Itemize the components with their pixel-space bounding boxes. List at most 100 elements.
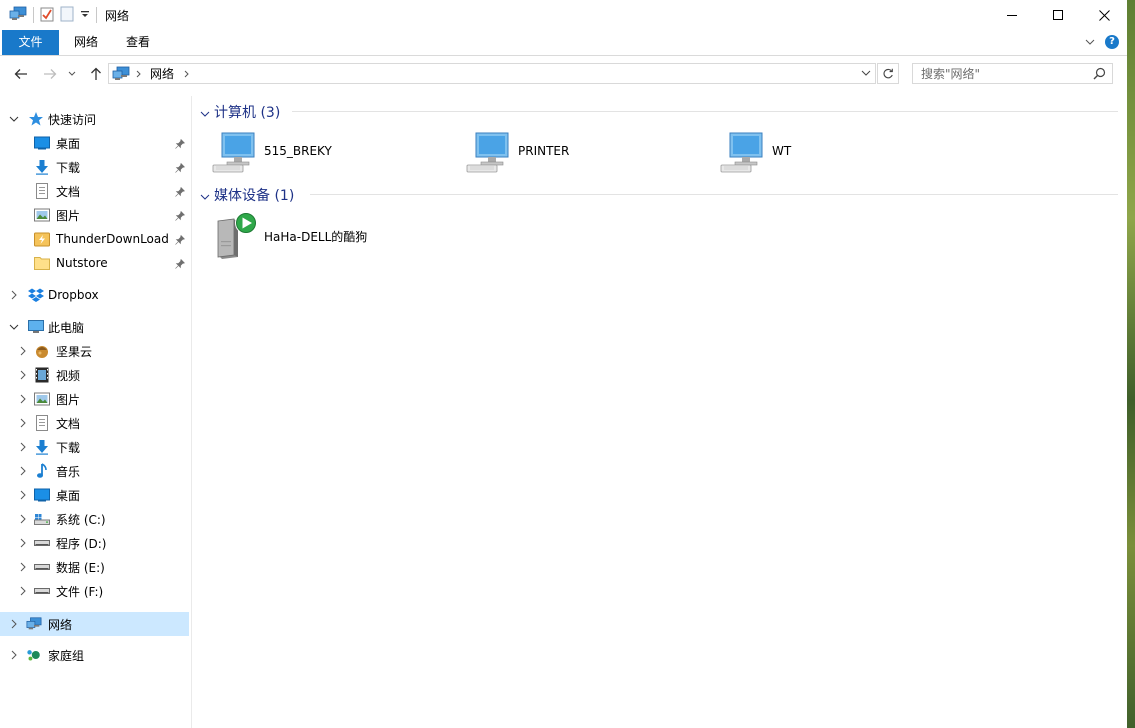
pin-icon[interactable] — [175, 138, 186, 152]
star-icon — [28, 111, 44, 127]
sidebar-item-pc-desktop[interactable]: 桌面 — [0, 484, 189, 506]
sidebar-item-homegroup[interactable]: 家庭组 — [0, 644, 189, 666]
sidebar-item-downloads[interactable]: 下载 — [0, 156, 189, 178]
pin-icon[interactable] — [175, 162, 186, 176]
chevron-down-icon[interactable] — [9, 114, 19, 124]
pin-icon[interactable] — [175, 210, 186, 224]
chevron-right-icon[interactable] — [18, 490, 28, 500]
chevron-right-icon[interactable] — [18, 442, 28, 452]
navigation-bar: 网络 — [0, 56, 1127, 92]
help-button[interactable]: ? — [1105, 35, 1119, 49]
pin-icon[interactable] — [175, 258, 186, 272]
group-label: 计算机 (3) — [214, 105, 281, 121]
expand-ribbon-button[interactable] — [1085, 35, 1095, 49]
chevron-right-icon[interactable] — [18, 562, 28, 572]
minimize-button[interactable] — [989, 0, 1035, 30]
search-input[interactable] — [913, 64, 1091, 83]
chevron-right-icon[interactable] — [18, 466, 28, 476]
chevron-right-icon[interactable] — [18, 538, 28, 548]
network-app-icon[interactable] — [9, 6, 27, 25]
computer-icon — [28, 319, 44, 335]
chevron-right-icon[interactable] — [18, 586, 28, 596]
sidebar-item-drive-f[interactable]: 文件 (F:) — [0, 580, 189, 602]
properties-icon[interactable] — [40, 6, 54, 25]
sidebar-item-documents[interactable]: 文档 — [0, 180, 189, 202]
folder-icon — [34, 255, 50, 271]
refresh-icon — [883, 68, 893, 78]
ribbon: 文件 网络 查看 ? — [0, 30, 1127, 56]
list-item-computer[interactable]: PRINTER — [466, 128, 716, 176]
dropbox-icon — [28, 287, 44, 303]
pin-icon[interactable] — [175, 234, 186, 248]
sidebar-item-pc-documents[interactable]: 文档 — [0, 412, 189, 434]
chevron-down-icon[interactable] — [9, 322, 19, 332]
list-item-computer[interactable]: WT — [720, 128, 970, 176]
drive-icon — [34, 559, 50, 575]
sidebar-item-drive-d[interactable]: 程序 (D:) — [0, 532, 189, 554]
sidebar-item-this-pc[interactable]: 此电脑 — [0, 316, 189, 338]
sidebar-item-quick-access[interactable]: 快速访问 — [0, 108, 189, 130]
chevron-right-icon[interactable] — [9, 650, 19, 660]
sidebar-item-pictures[interactable]: 图片 — [0, 204, 189, 226]
chevron-down-icon[interactable] — [200, 189, 210, 203]
refresh-button[interactable] — [877, 63, 899, 84]
tab-file[interactable]: 文件 — [2, 30, 59, 55]
group-header-computers[interactable]: 计算机 (3) — [192, 100, 1118, 122]
sidebar-item-videos[interactable]: 视频 — [0, 364, 189, 386]
sidebar-item-label: Dropbox — [48, 288, 99, 302]
content-pane: 计算机 (3) 515_BREKY PRINTER WT 媒体设备 (1) Ha… — [192, 96, 1127, 728]
chevron-right-icon[interactable] — [18, 346, 28, 356]
media-device-icon — [212, 211, 260, 264]
back-button[interactable] — [11, 64, 31, 84]
sidebar-item-jianguoyun[interactable]: 坚果云 — [0, 340, 189, 362]
sidebar-item-label: 音乐 — [56, 464, 81, 479]
sidebar-item-pc-pictures[interactable]: 图片 — [0, 388, 189, 410]
chevron-right-icon[interactable] — [18, 394, 28, 404]
pin-icon[interactable] — [175, 186, 186, 200]
address-bar[interactable]: 网络 — [108, 63, 876, 84]
chevron-right-icon[interactable] — [18, 514, 28, 524]
chevron-right-icon[interactable] — [18, 370, 28, 380]
sidebar-item-music[interactable]: 音乐 — [0, 460, 189, 482]
arrow-left-icon — [14, 69, 27, 79]
chevron-down-icon[interactable] — [200, 106, 210, 120]
nut-icon — [34, 343, 50, 359]
sidebar-item-thunderdownload[interactable]: ThunderDownLoad — [0, 228, 189, 250]
pictures-icon — [34, 391, 50, 407]
tab-view[interactable]: 查看 — [112, 30, 164, 55]
sidebar-item-drive-c[interactable]: 系统 (C:) — [0, 508, 189, 530]
up-button[interactable] — [86, 64, 106, 84]
sidebar-item-label: Nutstore — [56, 256, 108, 270]
sidebar-item-label: 下载 — [56, 440, 81, 455]
explorer-window: 网络 文件 网络 查看 ? 网络 搜索"网络" 快速访问 桌面 下载 文档 图片… — [0, 0, 1128, 728]
sidebar-item-dropbox[interactable]: Dropbox — [0, 284, 189, 306]
sidebar-item-network[interactable]: 网络 — [0, 612, 189, 636]
maximize-icon — [1053, 10, 1063, 20]
breadcrumb-network[interactable]: 网络 — [150, 65, 174, 82]
list-item-computer[interactable]: 515_BREKY — [212, 128, 462, 176]
list-item-media-device[interactable]: HaHa-DELL的酷狗 — [212, 211, 462, 259]
sidebar-item-label: 图片 — [56, 392, 81, 407]
maximize-button[interactable] — [1035, 0, 1081, 30]
forward-button[interactable] — [40, 64, 60, 84]
recent-locations-button[interactable] — [65, 64, 79, 84]
address-history-button[interactable] — [861, 69, 871, 77]
sidebar-item-nutstore[interactable]: Nutstore — [0, 252, 189, 274]
breadcrumb-separator-icon[interactable] — [136, 70, 142, 78]
chevron-right-icon[interactable] — [18, 418, 28, 428]
group-header-media-devices[interactable]: 媒体设备 (1) — [192, 183, 1118, 205]
sidebar-item-label: 坚果云 — [56, 344, 93, 359]
sidebar-item-pc-downloads[interactable]: 下载 — [0, 436, 189, 458]
chevron-right-icon[interactable] — [9, 619, 19, 629]
sidebar-item-desktop[interactable]: 桌面 — [0, 132, 189, 154]
video-icon — [34, 367, 50, 383]
breadcrumb-separator-icon[interactable] — [184, 70, 190, 78]
search-icon[interactable] — [1093, 67, 1106, 83]
sidebar-item-drive-e[interactable]: 数据 (E:) — [0, 556, 189, 578]
tab-network[interactable]: 网络 — [62, 30, 110, 55]
customize-toolbar-icon[interactable] — [80, 8, 90, 22]
close-button[interactable] — [1081, 0, 1127, 30]
new-folder-icon[interactable] — [60, 6, 74, 25]
chevron-right-icon[interactable] — [9, 290, 19, 300]
thunder-folder-icon — [34, 231, 50, 247]
